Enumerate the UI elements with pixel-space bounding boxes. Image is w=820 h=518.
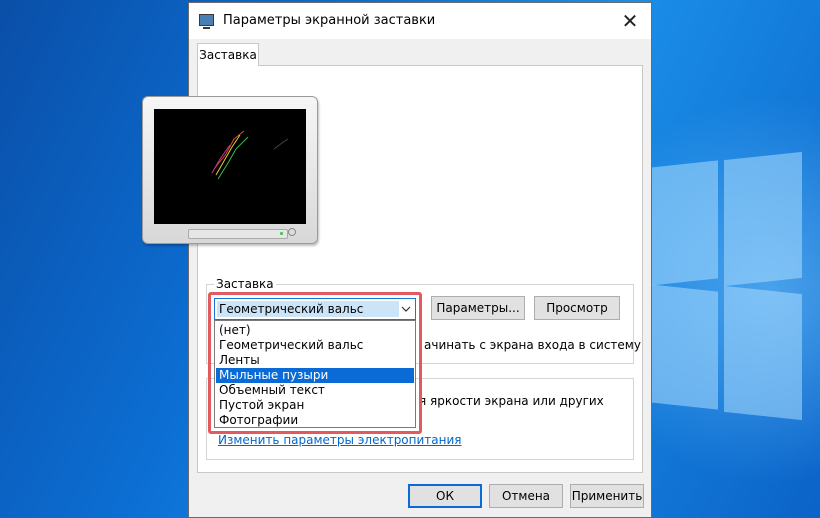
logon-checkbox-label: ачинать с экрана входа в систему: [424, 338, 641, 352]
annotation-highlight-frame: [208, 292, 422, 434]
dialog-title: Параметры экранной заставки: [223, 13, 436, 28]
preview-screen: [154, 109, 306, 224]
tab-screensaver[interactable]: Заставка: [197, 43, 259, 66]
title-bar: Параметры экранной заставки ✕: [189, 3, 651, 39]
preview-graphic: [211, 130, 289, 180]
close-button[interactable]: ✕: [617, 8, 643, 34]
power-led: [280, 232, 283, 235]
settings-button[interactable]: Параметры...: [431, 296, 525, 320]
screensaver-group-label: Заставка: [214, 277, 276, 291]
ok-button[interactable]: ОК: [408, 484, 482, 508]
cancel-button[interactable]: Отмена: [489, 484, 563, 508]
apply-button[interactable]: Применить: [570, 484, 644, 508]
screensaver-preview-monitor: [142, 96, 318, 246]
monitor-icon: [199, 14, 214, 29]
power-description: я яркости экрана или других: [419, 394, 604, 408]
change-power-settings-link[interactable]: Изменить параметры электропитания: [218, 433, 462, 447]
monitor-stand-bar: [188, 229, 288, 239]
preview-button[interactable]: Просмотр: [534, 296, 620, 320]
power-knob: [288, 228, 296, 236]
